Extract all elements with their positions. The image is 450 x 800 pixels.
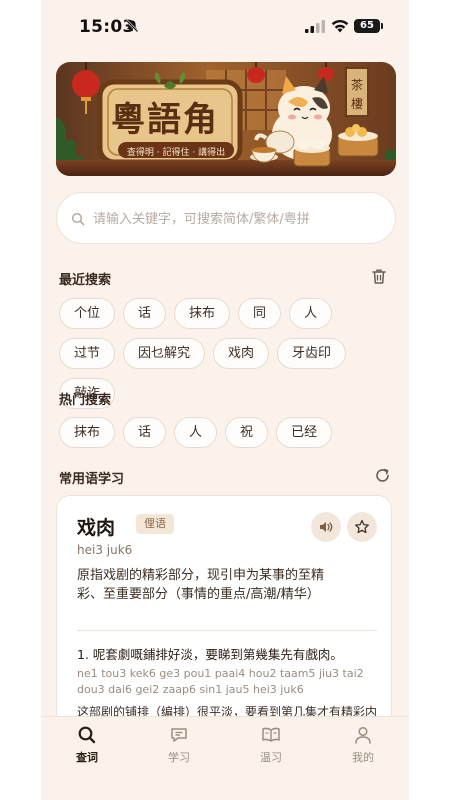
app-screen: 15:03 65 茶 樓 粵語角 查得明 · 記得住 · 講得出 请输入关键字，…: [41, 0, 409, 800]
tab-learn-label: 学习: [168, 751, 190, 764]
hot-search-list: 抹布 话 人 祝 已经: [59, 417, 389, 448]
play-audio-button[interactable]: [311, 512, 341, 542]
search-icon: [71, 212, 85, 226]
sign-text-2: 樓: [351, 96, 363, 111]
search-icon: [78, 726, 96, 744]
example-sentence: 1. 呢套劇嘅鋪排好淡，要睇到第幾集先有戲肉。: [77, 647, 343, 662]
hero-banner: 茶 樓 粵語角 查得明 · 記得住 · 講得出: [56, 62, 396, 176]
hot-chip[interactable]: 抹布: [59, 417, 116, 448]
star-icon: [355, 519, 369, 534]
status-bar: 15:03 65: [41, 0, 409, 52]
wifi-icon: [331, 19, 349, 33]
trash-icon[interactable]: [371, 268, 387, 285]
bottom-tab-bar: 查词 学习 温习 我的: [41, 716, 409, 800]
phrases-title: 常用语学习: [59, 472, 125, 487]
recent-chip[interactable]: 个位: [59, 298, 116, 329]
dimsum-steamer: [293, 139, 331, 167]
tab-learn[interactable]: 学习: [149, 725, 209, 765]
phrase-jyutping: hei3 juk6: [77, 543, 133, 557]
hot-chip[interactable]: 已经: [276, 417, 333, 448]
recent-chip[interactable]: 因乜解究: [123, 338, 206, 369]
search-bar[interactable]: [56, 192, 396, 244]
book-icon: [262, 727, 280, 742]
recent-search-title: 最近搜索: [59, 273, 112, 288]
banner-illustration: 茶 樓: [56, 62, 396, 176]
tab-lookup[interactable]: 查词: [57, 725, 117, 765]
banner-subtitle: 查得明 · 記得住 · 講得出: [126, 148, 226, 158]
tab-lookup-label: 查词: [76, 751, 98, 764]
signal-icon: [305, 20, 325, 33]
phrase-definition: 原指戏剧的精彩部分，现引申为某事的至精彩、至重要部分（事情的重点/高潮/精华）: [77, 568, 325, 602]
refresh-icon[interactable]: [374, 467, 391, 484]
phrase-card[interactable]: 戏肉 俚语 hei3 juk6 原指戏剧的精彩部分，现引申为某事的至精彩、至重要…: [56, 495, 392, 735]
recent-chip[interactable]: 过节: [59, 338, 116, 369]
tab-review-label: 温习: [260, 751, 282, 764]
teacup: [250, 147, 278, 163]
user-icon: [355, 726, 371, 744]
recent-chip[interactable]: 抹布: [174, 298, 231, 329]
banner-title: 粵語角: [111, 100, 219, 140]
recent-chip[interactable]: 人: [289, 298, 333, 329]
hot-chip[interactable]: 话: [123, 417, 167, 448]
chat-icon: [171, 728, 187, 742]
hot-search-title: 热门搜索: [59, 393, 112, 408]
battery-indicator: 65: [354, 19, 383, 33]
phrase-word: 戏肉: [77, 517, 116, 539]
favorite-button[interactable]: [347, 512, 377, 542]
example-jyutping-line-2: dou3 dai6 gei2 zaap6 sin1 jau5 hei3 juk6: [77, 683, 304, 696]
phrase-tag: 俚语: [136, 514, 174, 534]
recent-chip[interactable]: 牙齿印: [277, 338, 347, 369]
tab-review[interactable]: 温习: [241, 725, 301, 765]
hot-chip[interactable]: 人: [174, 417, 218, 448]
search-input[interactable]: [93, 207, 383, 231]
hot-chip[interactable]: 祝: [225, 417, 269, 448]
tab-profile[interactable]: 我的: [333, 725, 393, 765]
speaker-icon: [320, 522, 333, 532]
recent-chip[interactable]: 同: [238, 298, 282, 329]
recent-chip[interactable]: 戏肉: [213, 338, 270, 369]
sign-text-1: 茶: [351, 77, 363, 92]
bell-muted-icon: [125, 19, 139, 33]
example-jyutping-line-1: ne1 tou3 kek6 ge3 pou1 paai4 hou2 taam5 …: [77, 667, 364, 680]
tab-profile-label: 我的: [352, 751, 374, 764]
card-divider: [77, 630, 377, 631]
recent-chip[interactable]: 话: [123, 298, 167, 329]
